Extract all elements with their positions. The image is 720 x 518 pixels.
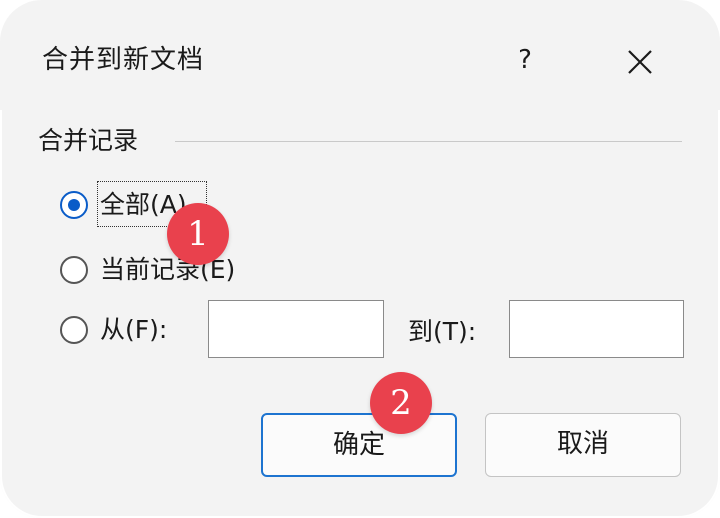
radio-range-label: 从(F): xyxy=(100,315,168,344)
group-divider xyxy=(175,141,682,142)
cancel-button[interactable]: 取消 xyxy=(485,413,681,477)
close-button[interactable] xyxy=(614,40,666,84)
to-input[interactable] xyxy=(509,300,684,358)
step-badge-2: 2 xyxy=(370,372,432,434)
radio-current[interactable] xyxy=(60,256,88,284)
ok-button[interactable]: 确定 xyxy=(261,413,457,477)
radio-all[interactable] xyxy=(60,191,88,219)
title-bar: 合并到新文档 ? xyxy=(0,0,720,110)
help-button[interactable]: ? xyxy=(500,40,550,80)
to-label: 到(T): xyxy=(408,317,477,346)
dialog-title: 合并到新文档 xyxy=(42,45,205,75)
group-title: 合并记录 xyxy=(38,126,139,155)
radio-range[interactable] xyxy=(60,316,88,344)
close-icon xyxy=(628,50,652,74)
from-input[interactable] xyxy=(208,300,384,358)
merge-dialog: 合并到新文档 ? 合并记录 全部(A) 当前记录(E) 从(F): 到(T): … xyxy=(0,0,720,518)
step-badge-1: 1 xyxy=(167,203,229,265)
